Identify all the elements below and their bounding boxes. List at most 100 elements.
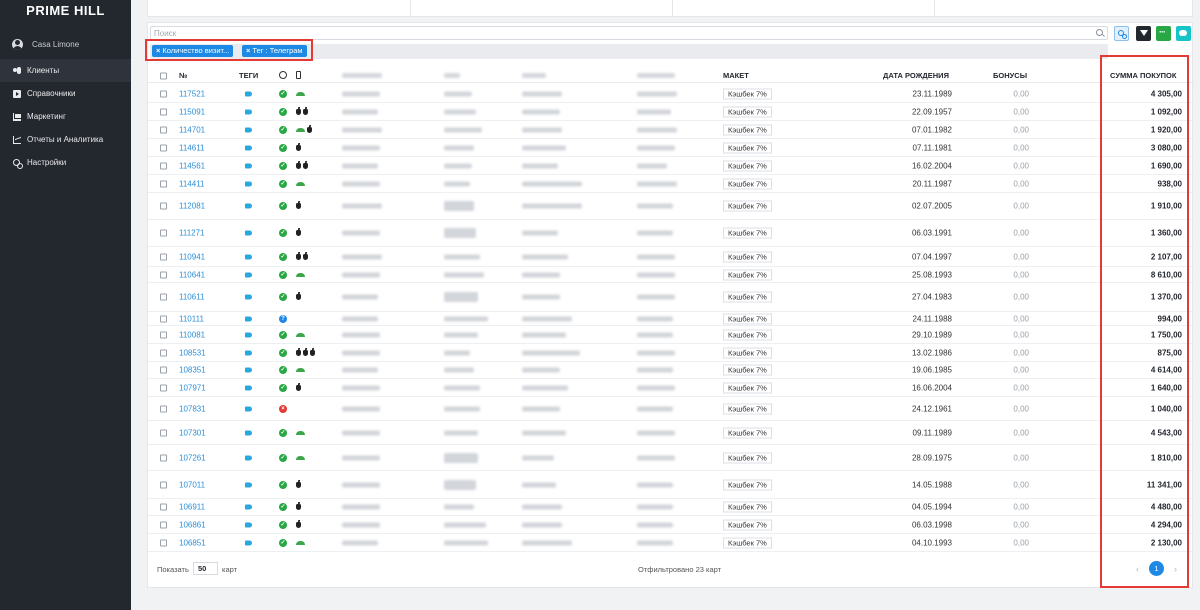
sidebar-item-directories[interactable]: Справочники bbox=[0, 82, 131, 105]
table-row[interactable]: 107261 ✓ Кэшбек 7% 28.09.1975 0,00 1 810,00 bbox=[148, 445, 1194, 471]
column-header-bonus[interactable]: БОНУСЫ bbox=[993, 71, 1027, 80]
row-checkbox[interactable] bbox=[160, 271, 167, 278]
client-number-link[interactable]: 107261 bbox=[179, 453, 206, 462]
client-number-link[interactable]: 115091 bbox=[179, 107, 205, 116]
table-row[interactable]: 107011 ✓ Кэшбек 7% 14.05.1988 0,00 11 341,00 bbox=[148, 471, 1194, 499]
row-checkbox[interactable] bbox=[160, 293, 167, 301]
row-checkbox[interactable] bbox=[160, 384, 167, 391]
table-row[interactable]: 107971 ✓ Кэшбек 7% 16.06.2004 0,00 1 640,00 bbox=[148, 379, 1194, 397]
select-all-checkbox[interactable] bbox=[160, 72, 167, 80]
table-row[interactable]: 114611 ✓ Кэшбек 7% 07.11.1981 0,00 3 080,00 bbox=[148, 139, 1194, 157]
client-number-link[interactable]: 114561 bbox=[179, 161, 205, 170]
page-1-button[interactable]: 1 bbox=[1149, 561, 1164, 576]
prev-page-button[interactable]: ‹ bbox=[1136, 564, 1139, 574]
table-row[interactable]: 106861 ✓ Кэшбек 7% 06.03.1998 0,00 4 294,00 bbox=[148, 516, 1194, 534]
row-checkbox[interactable] bbox=[160, 429, 167, 436]
row-checkbox[interactable] bbox=[160, 521, 167, 528]
next-page-button[interactable]: › bbox=[1174, 564, 1177, 574]
table-row[interactable]: 114561 ✓ Кэшбек 7% 16.02.2004 0,00 1 690,00 bbox=[148, 157, 1194, 175]
column-header-sum[interactable]: СУММА ПОКУПОК bbox=[1110, 71, 1176, 80]
search-icon[interactable] bbox=[1096, 29, 1103, 36]
table-row[interactable]: 107301 ✓ Кэшбек 7% 09.11.1989 0,00 4 543,00 bbox=[148, 421, 1194, 445]
table-row[interactable]: 117521 ✓ Кэшбек 7% 23.11.1989 0,00 4 305,00 bbox=[148, 85, 1194, 103]
client-number-link[interactable]: 114411 bbox=[179, 179, 205, 188]
filter-chip-visits[interactable]: × Количество визит... bbox=[152, 45, 234, 57]
redacted-cell bbox=[637, 332, 673, 337]
row-checkbox[interactable] bbox=[160, 202, 167, 210]
table-row[interactable]: 107831 × Кэшбек 7% 24.12.1961 0,00 1 040,00 bbox=[148, 397, 1194, 421]
row-checkbox[interactable] bbox=[160, 108, 167, 115]
table-row[interactable]: 108531 ✓ Кэшбек 7% 13.02.1986 0,00 875,00 bbox=[148, 344, 1194, 362]
row-checkbox[interactable] bbox=[160, 229, 167, 237]
table-row[interactable]: 110611 ✓ Кэшбек 7% 27.04.1983 0,00 1 370,00 bbox=[148, 283, 1194, 312]
sidebar-item-marketing[interactable]: Маркетинг bbox=[0, 105, 131, 128]
table-row[interactable]: 114411 ✓ Кэшбек 7% 20.11.1987 0,00 938,00 bbox=[148, 175, 1194, 193]
client-number-link[interactable]: 110641 bbox=[179, 270, 205, 279]
row-checkbox[interactable] bbox=[160, 539, 167, 546]
remove-filter-icon[interactable]: × bbox=[156, 46, 160, 55]
row-checkbox[interactable] bbox=[160, 405, 167, 412]
filter-chip-tag[interactable]: × Тег : Телеграм bbox=[242, 45, 307, 57]
client-number-link[interactable]: 112081 bbox=[179, 202, 205, 211]
column-header-number[interactable]: № bbox=[179, 71, 187, 80]
client-number-link[interactable]: 106861 bbox=[179, 520, 206, 529]
row-checkbox[interactable] bbox=[160, 331, 167, 338]
client-number-link[interactable]: 106851 bbox=[179, 538, 206, 547]
table-row[interactable]: 115091 ✓ Кэшбек 7% 22.09.1957 0,00 1 092,00 bbox=[148, 103, 1194, 121]
table-row[interactable]: 110081 ✓ Кэшбек 7% 29.10.1989 0,00 1 750,00 bbox=[148, 326, 1194, 344]
account-switcher[interactable]: Casa Limone bbox=[0, 31, 131, 57]
client-number-link[interactable]: 110111 bbox=[179, 314, 204, 323]
table-row[interactable]: 110641 ✓ Кэшбек 7% 25.08.1993 0,00 8 610,00 bbox=[148, 267, 1194, 283]
search-input[interactable] bbox=[151, 27, 1081, 39]
row-checkbox[interactable] bbox=[160, 90, 167, 97]
table-row[interactable]: 106911 ✓ Кэшбек 7% 04.05.1994 0,00 4 480,00 bbox=[148, 499, 1194, 516]
client-number-link[interactable]: 106911 bbox=[179, 503, 205, 512]
column-header-dob[interactable]: ДАТА РОЖДЕНИЯ bbox=[883, 71, 949, 80]
page-size-select[interactable]: 50 bbox=[193, 562, 218, 575]
row-checkbox[interactable] bbox=[160, 366, 167, 374]
row-checkbox[interactable] bbox=[160, 162, 167, 169]
client-number-link[interactable]: 107301 bbox=[179, 428, 206, 437]
row-checkbox[interactable] bbox=[160, 180, 167, 187]
table-row[interactable]: 110941 ✓ Кэшбек 7% 07.04.1997 0,00 2 107,00 bbox=[148, 247, 1194, 267]
client-number-link[interactable]: 108531 bbox=[179, 348, 206, 357]
sidebar-item-reports[interactable]: Отчеты и Аналитика bbox=[0, 128, 131, 151]
table-row[interactable]: 112081 ✓ Кэшбек 7% 02.07.2005 0,00 1 910,00 bbox=[148, 193, 1194, 220]
table-row[interactable]: 111271 ✓ Кэшбек 7% 06.03.1991 0,00 1 360,00 bbox=[148, 220, 1194, 247]
client-number-link[interactable]: 107011 bbox=[179, 480, 205, 489]
row-checkbox[interactable] bbox=[160, 454, 167, 461]
client-number-link[interactable]: 108351 bbox=[179, 366, 206, 375]
client-number-link[interactable]: 114701 bbox=[179, 125, 205, 134]
message-button[interactable] bbox=[1176, 26, 1191, 41]
table-row[interactable]: 106851 ✓ Кэшбек 7% 04.10.1993 0,00 2 130,00 bbox=[148, 534, 1194, 552]
sidebar-item-settings[interactable]: Настройки bbox=[0, 151, 131, 174]
row-checkbox[interactable] bbox=[160, 126, 167, 133]
client-number-link[interactable]: 110081 bbox=[179, 330, 205, 339]
client-number-link[interactable]: 107831 bbox=[179, 404, 206, 413]
column-settings-button[interactable] bbox=[1114, 26, 1129, 41]
filter-button[interactable] bbox=[1136, 26, 1151, 41]
row-checkbox[interactable] bbox=[160, 253, 167, 260]
table-row[interactable]: 108351 ✓ Кэшбек 7% 19.06.1985 0,00 4 614,00 bbox=[148, 362, 1194, 379]
brand-logo: PRIME HILL bbox=[26, 3, 105, 18]
client-number-link[interactable]: 114611 bbox=[179, 143, 205, 152]
client-number-link[interactable]: 107971 bbox=[179, 383, 206, 392]
client-number-link[interactable]: 110611 bbox=[179, 293, 205, 302]
column-header-tags[interactable]: ТЕГИ bbox=[239, 71, 258, 80]
table-header: № ТЕГИ МАКЕТ ДАТА РОЖДЕНИЯ БОНУСЫ СУММА … bbox=[148, 68, 1194, 83]
export-button[interactable] bbox=[1156, 26, 1171, 41]
column-header-maket[interactable]: МАКЕТ bbox=[723, 71, 749, 80]
client-number-link[interactable]: 111271 bbox=[179, 229, 205, 238]
sidebar-item-clients[interactable]: Клиенты bbox=[0, 59, 131, 82]
row-checkbox[interactable] bbox=[160, 144, 167, 151]
table-row[interactable]: 110111? Кэшбек 7% 24.11.1988 0,00 994,00 bbox=[148, 312, 1194, 326]
row-checkbox[interactable] bbox=[160, 503, 167, 511]
client-number-link[interactable]: 117521 bbox=[179, 89, 205, 98]
table-row[interactable]: 114701 ✓ Кэшбек 7% 07.01.1982 0,00 1 920,00 bbox=[148, 121, 1194, 139]
remove-filter-icon[interactable]: × bbox=[246, 46, 250, 55]
client-number-link[interactable]: 110941 bbox=[179, 252, 205, 261]
row-checkbox[interactable] bbox=[160, 315, 167, 322]
row-checkbox[interactable] bbox=[160, 481, 167, 488]
device-icons bbox=[296, 251, 308, 260]
row-checkbox[interactable] bbox=[160, 349, 167, 356]
